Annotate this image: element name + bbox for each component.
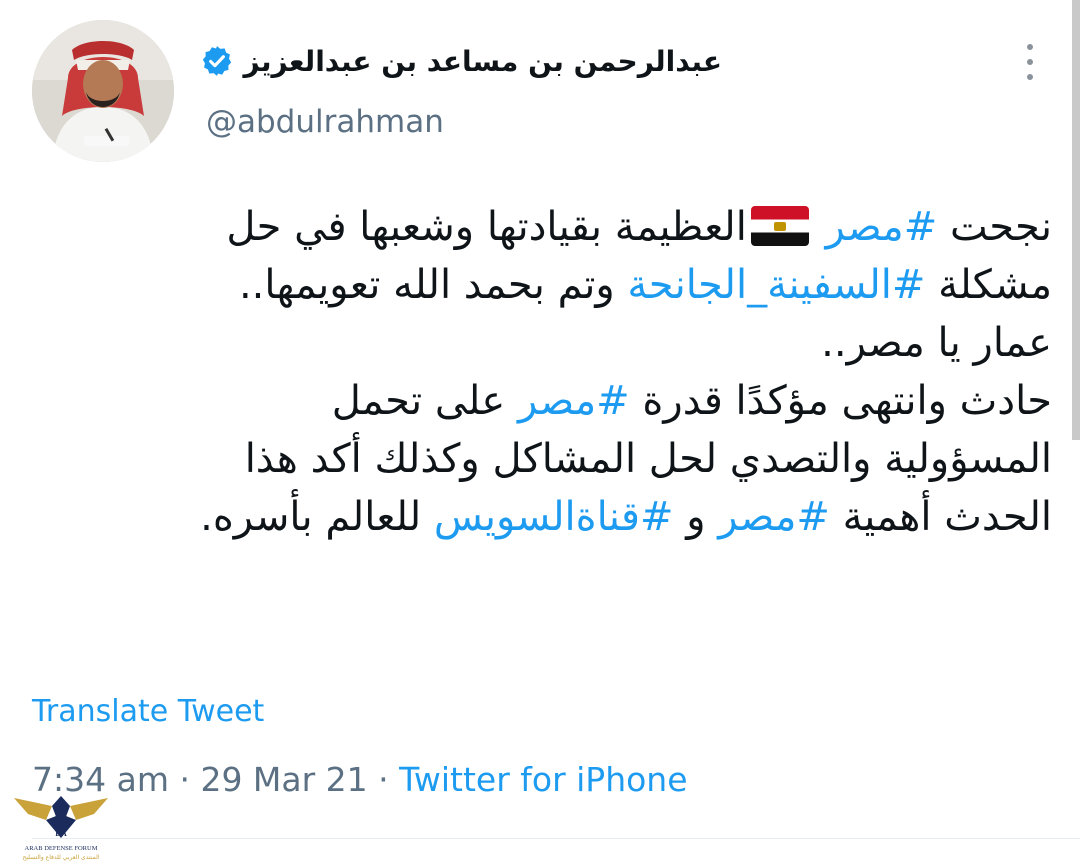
author-name-row: عبدالرحمن بن مساعد بن عبدالعزيز <box>200 36 722 86</box>
avatar-image <box>32 20 174 162</box>
tweet-line: عمار يا مصر.. <box>821 320 1052 366</box>
tweet-text-segment: العظيمة بقيادتها وشعبها في حل <box>226 204 747 250</box>
meta-separator: · <box>168 760 201 799</box>
author-handle[interactable]: @abdulrahman <box>206 104 444 140</box>
svg-text:المنتدى العربي للدفاع والتسليح: المنتدى العربي للدفاع والتسليح <box>23 854 100 861</box>
tweet-text-segment: للعالم بأسره. <box>200 494 434 540</box>
more-dot <box>1027 74 1033 80</box>
scrollbar[interactable] <box>1072 0 1080 440</box>
meta-separator: · <box>367 760 400 799</box>
more-dot <box>1027 44 1033 50</box>
hashtag-link[interactable]: #مصر <box>518 378 630 424</box>
tweet-date[interactable]: 29 Mar 21 <box>200 760 367 799</box>
egypt-flag-icon <box>750 206 809 246</box>
verified-badge-icon <box>202 46 231 76</box>
tweet-text-segment: مشكلة <box>925 262 1052 308</box>
svg-text:ARAB DEFENSE FORUM: ARAB DEFENSE FORUM <box>25 845 98 852</box>
tweet-text-segment: الحدث أهمية <box>829 494 1052 540</box>
tweet-text-segment: على تحمل <box>331 378 518 424</box>
more-dot <box>1027 59 1033 65</box>
svg-text:DA: DA <box>55 829 67 838</box>
tweet-text-segment: نجحت <box>937 204 1052 250</box>
tweet-line: المسؤولية والتصدي لحل المشاكل وكذلك أكد … <box>244 436 1052 482</box>
tweet-text-segment: حادث وانتهى مؤكدًا قدرة <box>629 378 1052 424</box>
tweet-line: الحدث أهمية #مصر و #قناةالسويس للعالم بأ… <box>60 488 1052 546</box>
author-display-name[interactable]: عبدالرحمن بن مساعد بن عبدالعزيز <box>244 45 722 78</box>
tweet-text-segment: وتم بحمد الله تعويمها.. <box>238 262 628 308</box>
hashtag-link[interactable]: #السفينة_الجانحة <box>627 262 925 308</box>
tweet-line: حادث وانتهى مؤكدًا قدرة #مصر على تحمل <box>60 372 1052 430</box>
hashtag-link[interactable]: #قناةالسويس <box>434 494 674 540</box>
more-options-icon[interactable] <box>1020 44 1040 80</box>
translate-tweet-link[interactable]: Translate Tweet <box>32 694 264 729</box>
hashtag-link[interactable]: #مصر <box>826 204 938 250</box>
arab-defense-forum-watermark-logo: DA ARAB DEFENSE FORUM المنتدى العربي للد… <box>14 796 108 861</box>
tweet-line: نجحت #مصر العظيمة بقيادتها وشعبها في حل <box>60 198 1052 256</box>
tweet-line: مشكلة #السفينة_الجانحة وتم بحمد الله تعو… <box>60 256 1052 314</box>
tweet-source-link[interactable]: Twitter for iPhone <box>399 760 687 799</box>
author-avatar[interactable] <box>32 20 174 162</box>
hashtag-link[interactable]: #مصر <box>718 494 830 540</box>
tweet-meta: 7:34 am · 29 Mar 21 · Twitter for iPhone <box>32 760 688 799</box>
tweet-text: نجحت #مصر العظيمة بقيادتها وشعبها في حل … <box>60 198 1052 546</box>
divider <box>32 838 1080 839</box>
tweet-text-segment: و <box>673 494 719 540</box>
